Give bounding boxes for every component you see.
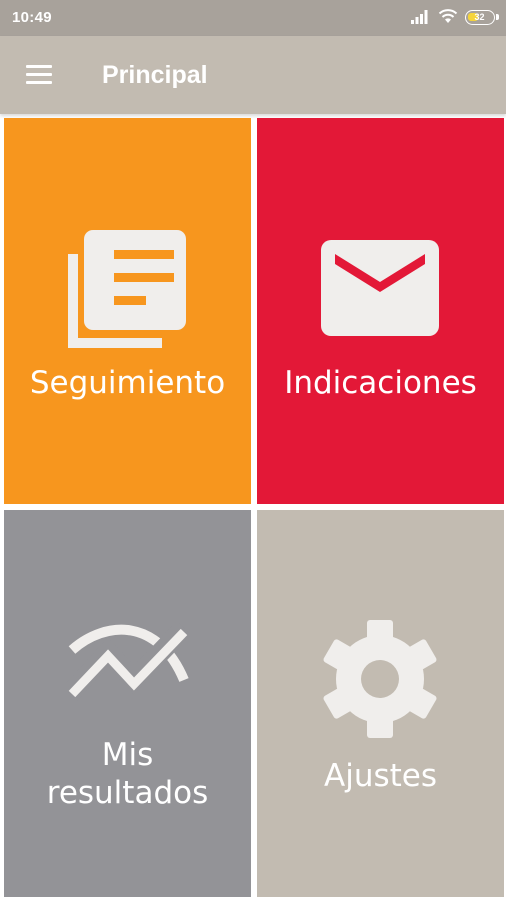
signal-icon xyxy=(411,10,428,24)
tile-indicaciones[interactable]: Indicaciones xyxy=(257,118,504,504)
documents-icon xyxy=(68,230,186,348)
tile-label-line-1: Mis xyxy=(101,737,154,773)
tile-label-seguimiento: Seguimiento xyxy=(29,365,226,401)
tile-label-ajustes: Ajustes xyxy=(324,758,437,794)
trend-chart-icon xyxy=(66,622,190,701)
gear-icon xyxy=(323,620,437,738)
tile-label-mis-resultados: Mis resultados xyxy=(4,736,251,812)
tile-label-line-2: resultados xyxy=(46,775,209,811)
battery-icon: 32 xyxy=(465,10,495,25)
hamburger-menu-icon[interactable] xyxy=(26,65,52,85)
page-title: Principal xyxy=(102,61,208,89)
tile-ajustes[interactable]: Ajustes xyxy=(257,510,504,897)
status-bar: 10:49 32 xyxy=(0,0,506,36)
envelope-icon xyxy=(321,240,439,336)
wifi-icon xyxy=(438,9,458,23)
app-bar: Principal xyxy=(0,36,506,114)
tile-seguimiento[interactable]: Seguimiento xyxy=(4,118,251,504)
tile-mis-resultados[interactable]: Mis resultados xyxy=(4,510,251,897)
battery-level: 32 xyxy=(474,12,485,22)
tile-label-indicaciones: Indicaciones xyxy=(284,365,477,401)
status-time: 10:49 xyxy=(12,9,52,26)
